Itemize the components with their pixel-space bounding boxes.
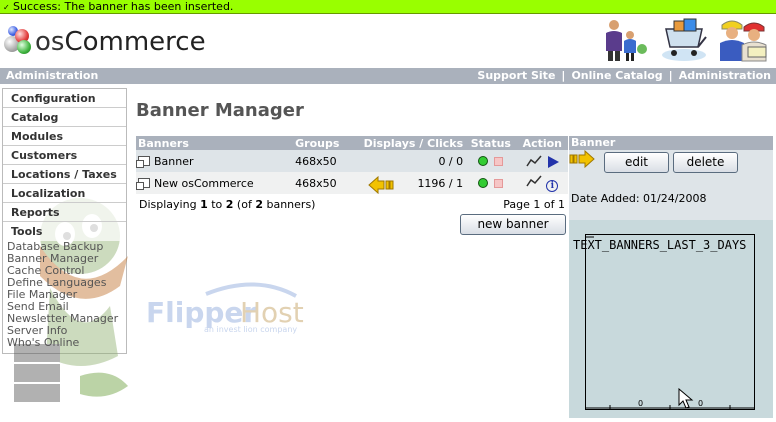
status-active-icon (478, 155, 489, 166)
logo-text: osCommerce (35, 27, 206, 57)
status-active-icon (478, 177, 489, 188)
graph-axis: 0 0 (586, 236, 754, 409)
statistics-icon[interactable] (526, 174, 542, 188)
sidebar-item-reports[interactable]: Reports (3, 203, 126, 222)
nav-link-support-site[interactable]: Support Site (477, 69, 555, 82)
banner-name-cell[interactable]: New osCommerce (136, 172, 294, 194)
status-deactivate-icon[interactable] (494, 156, 504, 166)
new-banner-button[interactable]: new banner (460, 214, 566, 235)
banner-graph: 0 0 (585, 234, 755, 410)
table-row[interactable]: New osCommerce 468x50 1196 / 1 i (136, 172, 568, 194)
header-icons (600, 17, 772, 63)
col-displays-clicks: Displays / Clicks (361, 136, 466, 150)
arrow-left-icon (368, 176, 394, 194)
tools-link-whos-online[interactable]: Who's Online (3, 337, 126, 349)
nav-link-online-catalog[interactable]: Online Catalog (571, 69, 662, 82)
date-added: Date Added: 01/24/2008 (571, 192, 707, 205)
page-title: Banner Manager (136, 100, 304, 121)
table-header-row: Banners Groups Displays / Clicks Status … (136, 136, 568, 150)
banner-info-panel: Banner edit delete Date Added: 01/24/200… (569, 136, 773, 418)
delete-button[interactable]: delete (673, 152, 738, 173)
logo-balls-icon (4, 26, 34, 58)
status-deactivate-icon[interactable] (494, 178, 504, 188)
col-status: Status (465, 136, 517, 150)
graph-title: TEXT_BANNERS_LAST_3_DAYS (573, 238, 747, 252)
page-indicator: Page 1 of 1 (503, 198, 565, 211)
banner-status-cell (465, 172, 517, 194)
banner-action-cell (516, 150, 568, 172)
oscommerce-logo[interactable]: osCommerce (4, 24, 206, 60)
info-panel-header: Banner (569, 136, 773, 150)
banner-group-cell: 468x50 (293, 150, 362, 172)
col-groups: Groups (293, 136, 362, 150)
support-workers-icon[interactable] (718, 17, 772, 63)
graph-tick-label: 0 (638, 399, 643, 408)
nav-title: Administration (6, 69, 99, 82)
mouse-cursor-icon (678, 388, 694, 409)
admin-nav-bar: Administration Support Site | Online Catal… (0, 68, 776, 84)
selected-arrow-icon (547, 155, 559, 168)
graph-tick-label: 0 (698, 399, 703, 408)
sidebar-item-customers[interactable]: Customers (3, 146, 126, 165)
edit-button[interactable]: edit (604, 152, 669, 173)
info-icon[interactable]: i (546, 180, 559, 192)
banner-action-cell: i (516, 172, 568, 194)
sidebar-item-localization[interactable]: Localization (3, 184, 126, 203)
popup-window-icon[interactable] (136, 177, 150, 190)
sidebar-item-catalog[interactable]: Catalog (3, 108, 126, 127)
col-banners: Banners (136, 136, 294, 150)
arrow-right-icon (569, 150, 595, 168)
svg-text:an invest lion company: an invest lion company (204, 325, 297, 334)
sidebar-item-modules[interactable]: Modules (3, 127, 126, 146)
banner-name-cell[interactable]: Banner (136, 150, 294, 172)
banner-graph-area: 0 0 TEXT_BANNERS_LAST_3_DAYS (569, 220, 773, 418)
table-row[interactable]: Banner 468x50 0 / 0 (136, 150, 568, 172)
catalog-cart-icon[interactable] (658, 17, 710, 63)
banner-group-cell: 468x50 (293, 172, 362, 194)
popup-window-icon[interactable] (136, 155, 150, 168)
sidebar-item-locations-taxes[interactable]: Locations / Taxes (3, 165, 126, 184)
statistics-icon[interactable] (526, 154, 542, 168)
success-message-bar: ✓ Success: The banner has been inserted. (0, 0, 776, 14)
customers-people-icon[interactable] (600, 17, 650, 63)
flipperhost-watermark: Flipper Host an invest lion company (146, 282, 304, 334)
sidebar: Configuration Catalog Modules Customers … (2, 88, 127, 354)
banners-table: Banners Groups Displays / Clicks Status … (136, 136, 568, 194)
success-message: Success: The banner has been inserted. (13, 0, 234, 13)
paging-summary: Displaying 1 to 2 (of 2 banners) (139, 198, 316, 211)
nav-links: Support Site | Online Catalog | Administrati… (477, 69, 771, 82)
banner-status-cell (465, 150, 517, 172)
sidebar-item-tools[interactable]: Tools (3, 222, 126, 241)
banner-displays-cell: 0 / 0 (361, 150, 466, 172)
col-action: Action (516, 136, 568, 150)
sidebar-item-configuration[interactable]: Configuration (3, 89, 126, 108)
nav-link-administration[interactable]: Administration (679, 69, 771, 82)
check-icon: ✓ (3, 3, 10, 12)
